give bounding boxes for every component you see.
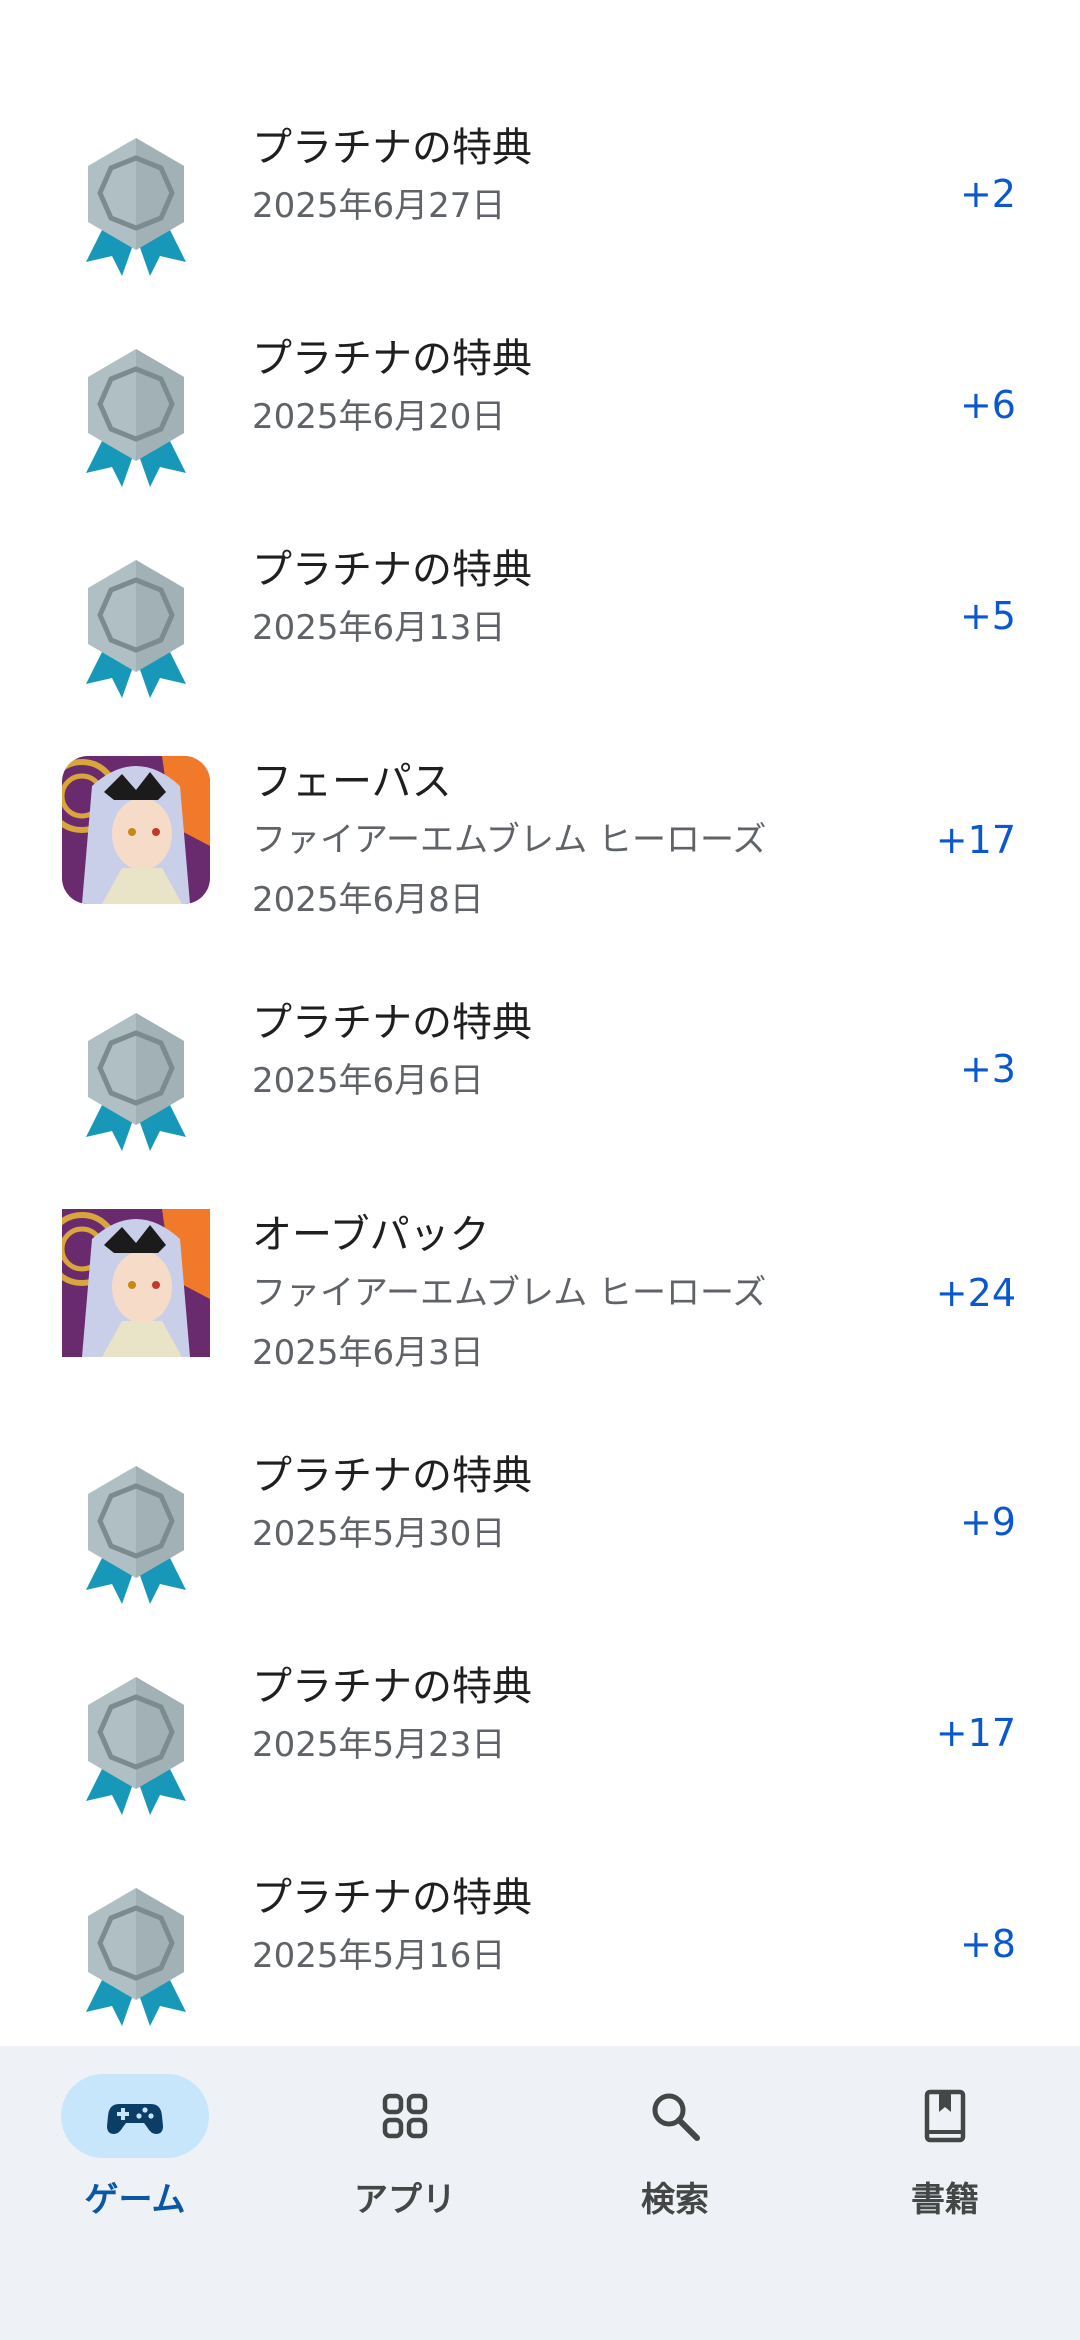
points-value: +8 [959, 1922, 1016, 1966]
item-date: 2025年5月16日 [252, 1936, 506, 1976]
list-item[interactable]: プラチナの特典 2025年6月20日 +6 [0, 331, 1080, 521]
nav-label-apps: アプリ [354, 2180, 456, 2220]
item-date: 2025年6月8日 [252, 880, 484, 920]
item-title: プラチナの特典 [252, 1000, 532, 1046]
platinum-medal-icon [62, 130, 210, 278]
book-bookmark-icon [915, 2086, 975, 2146]
play-points-history-screen: プラチナの特典 2025年6月27日 +2 プラチナの特典 2025年6月20日 [0, 0, 1080, 2340]
item-title: プラチナの特典 [252, 1664, 532, 1710]
points-value: +3 [959, 1047, 1016, 1091]
item-title: プラチナの特典 [252, 336, 532, 382]
item-date: 2025年6月20日 [252, 397, 506, 437]
item-date: 2025年6月27日 [252, 186, 506, 226]
item-date: 2025年6月13日 [252, 608, 506, 648]
list-item[interactable]: オーブパック ファイアーエムブレム ヒーローズ 2025年6月3日 +24 [0, 1207, 1080, 1387]
nav-tab-books[interactable]: 書籍 [810, 2060, 1080, 2220]
item-subtitle: ファイアーエムブレム ヒーローズ [252, 1273, 767, 1313]
item-title: フェーパス [252, 759, 452, 805]
game-app-icon [62, 1209, 210, 1357]
item-title: プラチナの特典 [252, 125, 532, 171]
points-value: +24 [935, 1271, 1016, 1315]
nav-tab-games[interactable]: ゲーム [0, 2060, 270, 2220]
nav-label-books: 書籍 [911, 2180, 979, 2220]
platinum-medal-icon [62, 552, 210, 700]
platinum-medal-icon [62, 1458, 210, 1606]
platinum-medal-icon [62, 341, 210, 489]
nav-tab-search[interactable]: 検索 [540, 2060, 810, 2220]
apps-grid-icon [375, 2086, 435, 2146]
points-value: +2 [959, 172, 1016, 216]
points-value: +17 [935, 818, 1016, 862]
points-value: +5 [959, 594, 1016, 638]
list-item[interactable]: プラチナの特典 2025年6月6日 +3 [0, 995, 1080, 1185]
nav-label-games: ゲーム [84, 2180, 186, 2220]
points-value: +9 [959, 1500, 1016, 1544]
gamepad-icon [105, 2086, 165, 2146]
item-title: プラチナの特典 [252, 547, 532, 593]
list-item[interactable]: プラチナの特典 2025年5月16日 +8 [0, 1870, 1080, 2046]
bottom-navigation-bar: ゲーム アプリ 検索 書籍 [0, 2046, 1080, 2340]
platinum-medal-icon [62, 1880, 210, 2028]
nav-tab-apps[interactable]: アプリ [270, 2060, 540, 2220]
list-item[interactable]: フェーパス ファイアーエムブレム ヒーローズ 2025年6月8日 +17 [0, 754, 1080, 934]
platinum-medal-icon [62, 1005, 210, 1153]
platinum-medal-icon [62, 1669, 210, 1817]
item-date: 2025年6月3日 [252, 1333, 484, 1373]
nav-label-search: 検索 [641, 2180, 709, 2220]
points-history-list[interactable]: プラチナの特典 2025年6月27日 +2 プラチナの特典 2025年6月20日 [0, 0, 1080, 2046]
list-item[interactable]: プラチナの特典 2025年6月13日 +5 [0, 542, 1080, 732]
item-title: プラチナの特典 [252, 1875, 532, 1921]
item-date: 2025年5月23日 [252, 1725, 506, 1765]
item-title: プラチナの特典 [252, 1453, 532, 1499]
item-subtitle: ファイアーエムブレム ヒーローズ [252, 820, 767, 860]
points-value: +6 [959, 383, 1016, 427]
item-date: 2025年5月30日 [252, 1514, 506, 1554]
game-app-icon [62, 756, 210, 904]
search-icon [645, 2086, 705, 2146]
list-item[interactable]: プラチナの特典 2025年5月23日 +17 [0, 1659, 1080, 1849]
points-value: +17 [935, 1711, 1016, 1755]
list-item[interactable]: プラチナの特典 2025年5月30日 +9 [0, 1448, 1080, 1638]
item-date: 2025年6月6日 [252, 1061, 484, 1101]
list-item[interactable]: プラチナの特典 2025年6月27日 +2 [0, 120, 1080, 310]
item-title: オーブパック [252, 1212, 490, 1258]
